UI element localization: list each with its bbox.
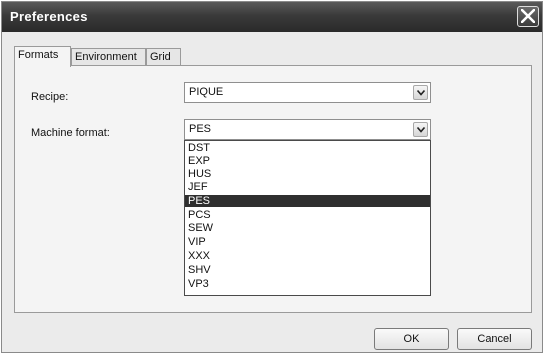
preferences-dialog: Preferences Formats Environment Grid Rec… [1,1,543,353]
ok-button-label: OK [403,333,420,345]
chevron-down-icon [417,127,425,133]
machine-format-dropdown-list[interactable]: DST EXP HUS JEF PES PCS SEW VIP XXX SHV … [184,140,431,296]
chevron-down-icon [417,90,425,96]
dropdown-option[interactable]: SEW [185,222,430,234]
dropdown-option[interactable]: JEF [185,181,430,193]
ok-button[interactable]: OK [374,328,449,350]
dropdown-option[interactable]: SHV [185,264,430,276]
recipe-select[interactable]: PIQUE [184,82,431,103]
tab-formats[interactable]: Formats [14,46,71,67]
cancel-button[interactable]: Cancel [457,328,532,350]
dropdown-option[interactable]: PCS [185,209,430,221]
dropdown-option[interactable]: VIP [185,236,430,248]
title-bar[interactable]: Preferences [2,2,542,32]
recipe-label: Recipe: [31,91,69,103]
dropdown-option[interactable]: HUS [185,168,430,180]
dropdown-option[interactable]: EXP [185,155,430,167]
tab-environment[interactable]: Environment [71,48,146,66]
cancel-button-label: Cancel [477,333,512,345]
close-button[interactable] [517,6,539,27]
tab-formats-label: Formats [18,49,59,61]
tab-grid-label: Grid [150,51,171,63]
recipe-value: PIQUE [189,86,224,98]
tab-environment-label: Environment [75,51,137,63]
dropdown-option[interactable]: XXX [185,250,430,262]
dialog-title: Preferences [10,9,88,24]
tab-grid[interactable]: Grid [146,48,181,66]
machine-format-dropdown-button[interactable] [413,122,428,137]
close-icon [521,9,535,23]
dropdown-option[interactable]: VP3 [185,278,430,290]
machine-format-label: Machine format: [31,127,110,139]
machine-format-value: PES [189,123,212,135]
dropdown-option[interactable]: DST [185,142,430,154]
machine-format-select[interactable]: PES [184,119,431,140]
recipe-dropdown-button[interactable] [413,85,428,100]
dropdown-option-selected[interactable]: PES [185,195,430,207]
